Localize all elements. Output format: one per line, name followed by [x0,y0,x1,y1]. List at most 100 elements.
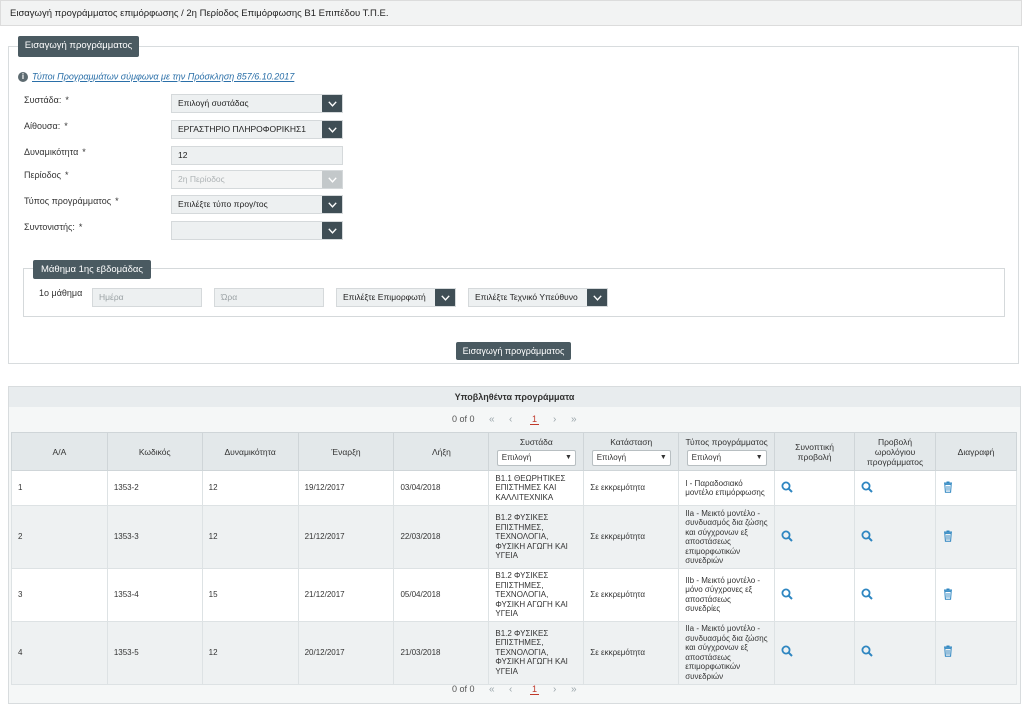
col-cluster-label[interactable]: Συστάδα [492,437,580,447]
pager-current[interactable]: 1 [530,414,540,425]
col-status-label[interactable]: Κατάσταση [587,437,675,447]
search-icon[interactable] [781,481,793,493]
trash-icon[interactable] [942,530,954,542]
col-status: Κατάσταση Επιλογή ▼ [583,432,680,471]
table-header-row: Α/Α Κωδικός Δυναμικότητα Έναρξη Λήξη Συσ… [11,432,1017,471]
chevron-down-icon[interactable] [322,196,342,213]
coordinator-label: Συντονιστής: * [24,222,83,232]
cell-cluster: Β1.2 ΦΥΣΙΚΕΣ ΕΠΙΣΤΗΜΕΣ, ΤΕΧΝΟΛΟΓΙΑ, ΦΥΣΙ… [488,568,585,622]
chevron-down-icon[interactable] [322,121,342,138]
trainer-select[interactable]: Επιλέξτε Επιμορφωτή [336,288,456,307]
search-icon[interactable] [861,588,873,600]
col-code[interactable]: Κωδικός [106,432,203,471]
cell-cluster: Β1.1 ΘΕΩΡΗΤΙΚΕΣ ΕΠΙΣΤΗΜΕΣ ΚΑΙ ΚΑΛΛΙΤΕΧΝΙ… [488,470,585,506]
search-icon[interactable] [781,645,793,657]
cell-start: 21/12/2017 [297,568,395,622]
cell-schedule-view [854,620,936,685]
cell-status: Σε εκκρεμότητα [583,568,680,622]
status-filter-select[interactable]: Επιλογή ▼ [591,450,671,466]
col-start[interactable]: Έναρξη [297,432,395,471]
cell-start: 21/12/2017 [297,505,395,569]
cell-start: 19/12/2017 [297,470,395,506]
chevron-down-icon [322,171,342,188]
chevron-down-icon[interactable] [322,95,342,112]
pager-first[interactable]: « [489,414,495,425]
time-input[interactable]: Ώρα [214,288,324,307]
cell-end: 22/03/2018 [393,505,490,569]
search-icon[interactable] [861,481,873,493]
trash-icon[interactable] [942,588,954,600]
cell-delete [935,505,1017,569]
cell-start: 20/12/2017 [297,620,395,685]
submit-program-button[interactable]: Εισαγωγή προγράμματος [456,342,571,360]
trash-icon[interactable] [942,481,954,493]
coordinator-select[interactable] [171,221,343,240]
pager-next[interactable]: › [553,414,556,425]
search-icon[interactable] [861,530,873,542]
col-summary-view: Συνοπτική προβολή [774,432,856,471]
chevron-down-icon: ▼ [659,454,667,461]
cell-type: Ι - Παραδοσιακό μοντέλο επιμόρφωσης [678,470,776,506]
cell-code: 1353-2 [106,470,203,506]
cell-type: ΙΙa - Μεικτό μοντέλο - συνδυασμός δια ζώ… [678,505,776,569]
pager-first[interactable]: « [489,684,495,695]
pager-last[interactable]: » [571,414,577,425]
room-label: Αίθουσα: * [24,121,68,131]
cell-end: 03/04/2018 [393,470,490,506]
table-row: 3 1353-4 15 21/12/2017 05/04/2018 Β1.2 Φ… [11,568,1017,622]
cell-delete [935,470,1017,506]
chevron-down-icon[interactable] [435,289,455,306]
cell-capacity: 12 [201,505,299,569]
type-filter-select[interactable]: Επιλογή ▼ [686,450,767,466]
cell-aa: 2 [11,505,108,569]
cell-end: 05/04/2018 [393,568,490,622]
pager-prev[interactable]: ‹ [509,684,512,695]
cell-status: Σε εκκρεμότητα [583,620,680,685]
cell-end: 21/03/2018 [393,620,490,685]
cluster-filter-select[interactable]: Επιλογή ▼ [496,450,576,466]
form-legend: Εισαγωγή προγράμματος [18,36,139,57]
program-types-link[interactable]: Τύποι Προγραμμάτων σύμφωνα με την Πρόσκλ… [32,72,294,82]
col-capacity[interactable]: Δυναμικότητα [201,432,299,471]
day-input[interactable]: Ημέρα [92,288,202,307]
capacity-input[interactable]: 12 [171,146,343,165]
col-type-label[interactable]: Τύπος προγράμματος [682,437,771,447]
cell-type: ΙΙa - Μεικτό μοντέλο - συνδυασμός δια ζώ… [678,620,776,685]
cell-status: Σε εκκρεμότητα [583,470,680,506]
page-header: Εισαγωγή προγράμματος επιμόρφωσης / 2η Π… [0,0,1022,26]
table-row: 2 1353-3 12 21/12/2017 22/03/2018 Β1.2 Φ… [11,505,1017,569]
pager-info: 0 of 0 [452,684,475,694]
pager-last[interactable]: » [571,684,577,695]
table-title: Υποβληθέντα προγράμματα [9,387,1020,407]
cell-cluster: Β1.2 ΦΥΣΙΚΕΣ ΕΠΙΣΤΗΜΕΣ, ΤΕΧΝΟΛΟΓΙΑ, ΦΥΣΙ… [488,620,585,685]
chevron-down-icon: ▼ [755,454,763,461]
info-icon: i [18,71,28,82]
program-type-label: Τύπος προγράμματος * [24,196,119,206]
col-type: Τύπος προγράμματος Επιλογή ▼ [678,432,776,471]
programs-table: Α/Α Κωδικός Δυναμικότητα Έναρξη Λήξη Συσ… [11,432,1017,685]
cell-delete [935,620,1017,685]
pager-top: 0 of 0 « ‹ 1 › » [449,414,609,430]
search-icon[interactable] [781,588,793,600]
program-type-select[interactable]: Επιλέξτε τύπο προγ/τος [171,195,343,214]
pager-info: 0 of 0 [452,414,475,424]
chevron-down-icon[interactable] [322,222,342,239]
cluster-select[interactable]: Επιλογή συστάδας [171,94,343,113]
pager-prev[interactable]: ‹ [509,414,512,425]
col-aa[interactable]: Α/Α [11,432,108,471]
trash-icon[interactable] [942,645,954,657]
tech-responsible-select[interactable]: Επιλέξτε Τεχνικό Υπεύθυνο [468,288,608,307]
room-select[interactable]: ΕΡΓΑΣΤΗΡΙΟ ΠΛΗΡΟΦΟΡΙΚΗΣ1 [171,120,343,139]
cell-capacity: 12 [201,470,299,506]
search-icon[interactable] [781,530,793,542]
pager-current[interactable]: 1 [530,684,540,695]
pager-next[interactable]: › [553,684,556,695]
search-icon[interactable] [861,645,873,657]
cell-delete [935,568,1017,622]
cell-summary-view [774,620,856,685]
chevron-down-icon[interactable] [587,289,607,306]
col-delete: Διαγραφή [935,432,1017,471]
period-select: 2η Περίοδος [171,170,343,189]
cell-aa: 1 [11,470,108,506]
col-end[interactable]: Λήξη [393,432,490,471]
